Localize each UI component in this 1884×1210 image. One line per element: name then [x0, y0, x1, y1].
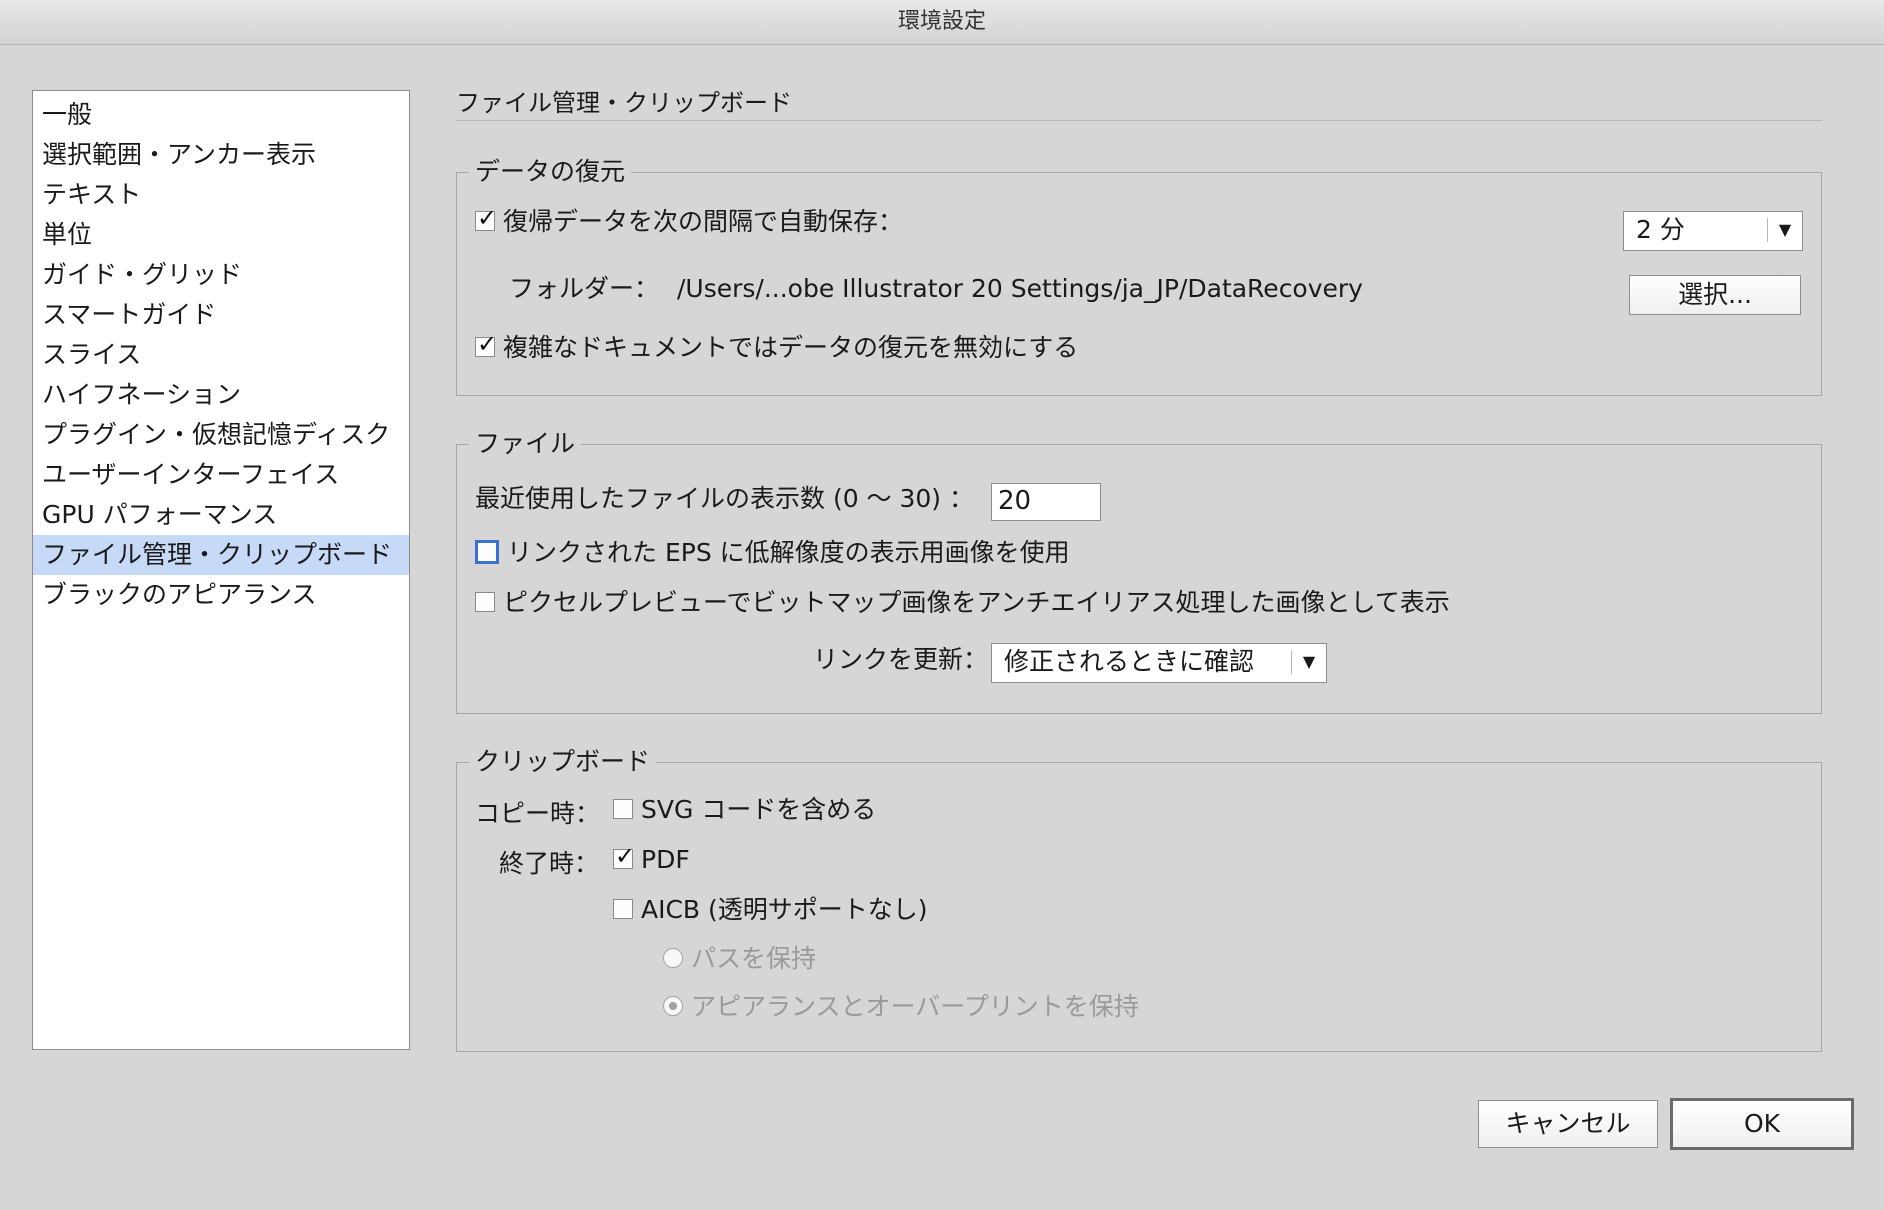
sidebar-item-hyphenation[interactable]: ハイフネーション	[33, 375, 409, 415]
update-links-label: リンクを更新：	[813, 645, 989, 674]
data-recovery-group: データの復元 復帰データを次の間隔で自動保存： 2 分 ▼ フォルダー： /Us…	[456, 155, 1822, 396]
recent-files-row: 最近使用したファイルの表示数 (0 〜 30) ：	[475, 482, 974, 516]
sidebar-item-slices[interactable]: スライス	[33, 335, 409, 375]
cancel-button[interactable]: キャンセル	[1478, 1100, 1658, 1148]
svg-code-checkbox[interactable]	[613, 799, 633, 819]
sidebar-item-gpu-performance[interactable]: GPU パフォーマンス	[33, 495, 409, 535]
recent-files-label: 最近使用したファイルの表示数 (0 〜 30) ：	[475, 484, 975, 513]
page-title: ファイル管理・クリップボード	[456, 86, 1822, 121]
low-res-eps-label: リンクされた EPS に低解像度の表示用画像を使用	[507, 538, 1070, 567]
folder-path: /Users/...obe Illustrator 20 Settings/ja…	[676, 274, 1363, 303]
sidebar-item-file-handling[interactable]: ファイル管理・クリップボード	[33, 535, 409, 575]
quit-label: 終了時：	[499, 849, 600, 878]
sidebar-item-user-interface[interactable]: ユーザーインターフェイス	[33, 455, 409, 495]
autosave-interval-value: 2 分	[1636, 215, 1685, 244]
clipboard-group: クリップボード コピー時： SVG コードを含める 終了時： PDF AICB …	[456, 745, 1822, 1052]
low-res-eps-row[interactable]: リンクされた EPS に低解像度の表示用画像を使用	[475, 536, 1070, 570]
sidebar-item-general[interactable]: 一般	[33, 95, 409, 135]
window-title: 環境設定	[0, 0, 1884, 45]
preserve-appearance-row[interactable]: アピアランスとオーバープリントを保持	[663, 990, 1139, 1024]
aicb-row[interactable]: AICB (透明サポートなし)	[613, 893, 928, 927]
choose-folder-button[interactable]: 選択...	[1629, 275, 1801, 315]
antialias-row[interactable]: ピクセルプレビューでビットマップ画像をアンチエイリアス処理した画像として表示	[475, 586, 1450, 620]
sidebar-item-black-appearance[interactable]: ブラックのアピアランス	[33, 575, 409, 615]
autosave-interval-select[interactable]: 2 分 ▼	[1623, 211, 1803, 251]
main-panel: ファイル管理・クリップボード	[456, 86, 1822, 121]
autosave-label: 復帰データを次の間隔で自動保存：	[503, 207, 904, 236]
autosave-row[interactable]: 復帰データを次の間隔で自動保存：	[475, 203, 904, 239]
data-recovery-legend: データの復元	[469, 155, 632, 189]
sidebar-item-plugins-scratch[interactable]: プラグイン・仮想記憶ディスク	[33, 415, 409, 455]
disable-complex-row[interactable]: 複雑なドキュメントではデータの復元を無効にする	[475, 329, 1079, 365]
update-links-value: 修正されるときに確認	[1004, 647, 1255, 676]
antialias-label: ピクセルプレビューでビットマップ画像をアンチエイリアス処理した画像として表示	[503, 588, 1450, 617]
sidebar-item-selection-anchor[interactable]: 選択範囲・アンカー表示	[33, 135, 409, 175]
update-links-row: リンクを更新：	[813, 643, 988, 677]
files-group: ファイル 最近使用したファイルの表示数 (0 〜 30) ： 20 リンクされた…	[456, 427, 1822, 714]
preserve-paths-label: パスを保持	[691, 944, 817, 973]
category-list[interactable]: 一般 選択範囲・アンカー表示 テキスト 単位 ガイド・グリッド スマートガイド …	[32, 90, 410, 1050]
pdf-label: PDF	[641, 845, 690, 874]
chevron-down-icon: ▼	[1767, 218, 1802, 242]
folder-label: フォルダー：	[509, 274, 660, 303]
preserve-paths-radio[interactable]	[663, 948, 683, 968]
clipboard-legend: クリップボード	[469, 745, 657, 779]
pdf-checkbox[interactable]	[613, 841, 635, 871]
sidebar-item-type[interactable]: テキスト	[33, 175, 409, 215]
update-links-select[interactable]: 修正されるときに確認 ▼	[991, 643, 1327, 683]
low-res-eps-checkbox[interactable]	[475, 540, 499, 564]
files-legend: ファイル	[469, 427, 582, 461]
sidebar-item-units[interactable]: 単位	[33, 215, 409, 255]
aicb-label: AICB (透明サポートなし)	[641, 895, 928, 924]
svg-code-label: SVG コードを含める	[641, 795, 877, 824]
autosave-checkbox[interactable]	[475, 203, 497, 233]
chevron-down-icon: ▼	[1291, 650, 1326, 674]
copy-label: コピー時：	[475, 799, 601, 828]
preferences-window: 環境設定 一般 選択範囲・アンカー表示 テキスト 単位 ガイド・グリッド スマー…	[0, 0, 1884, 1210]
disable-complex-label: 複雑なドキュメントではデータの復元を無効にする	[503, 333, 1079, 362]
disable-complex-checkbox[interactable]	[475, 329, 497, 359]
antialias-checkbox[interactable]	[475, 592, 495, 612]
preserve-appearance-label: アピアランスとオーバープリントを保持	[691, 992, 1139, 1021]
aicb-checkbox[interactable]	[613, 899, 633, 919]
preserve-paths-row[interactable]: パスを保持	[663, 942, 816, 976]
ok-button[interactable]: OK	[1670, 1098, 1854, 1150]
preserve-appearance-radio[interactable]	[663, 996, 683, 1016]
folder-row: フォルダー： /Users/...obe Illustrator 20 Sett…	[509, 272, 1363, 306]
svg-code-row[interactable]: SVG コードを含める	[613, 793, 876, 827]
sidebar-item-smart-guides[interactable]: スマートガイド	[33, 295, 409, 335]
recent-files-input[interactable]: 20	[991, 483, 1101, 521]
pdf-row[interactable]: PDF	[613, 841, 690, 877]
sidebar-item-guides-grid[interactable]: ガイド・グリッド	[33, 255, 409, 295]
